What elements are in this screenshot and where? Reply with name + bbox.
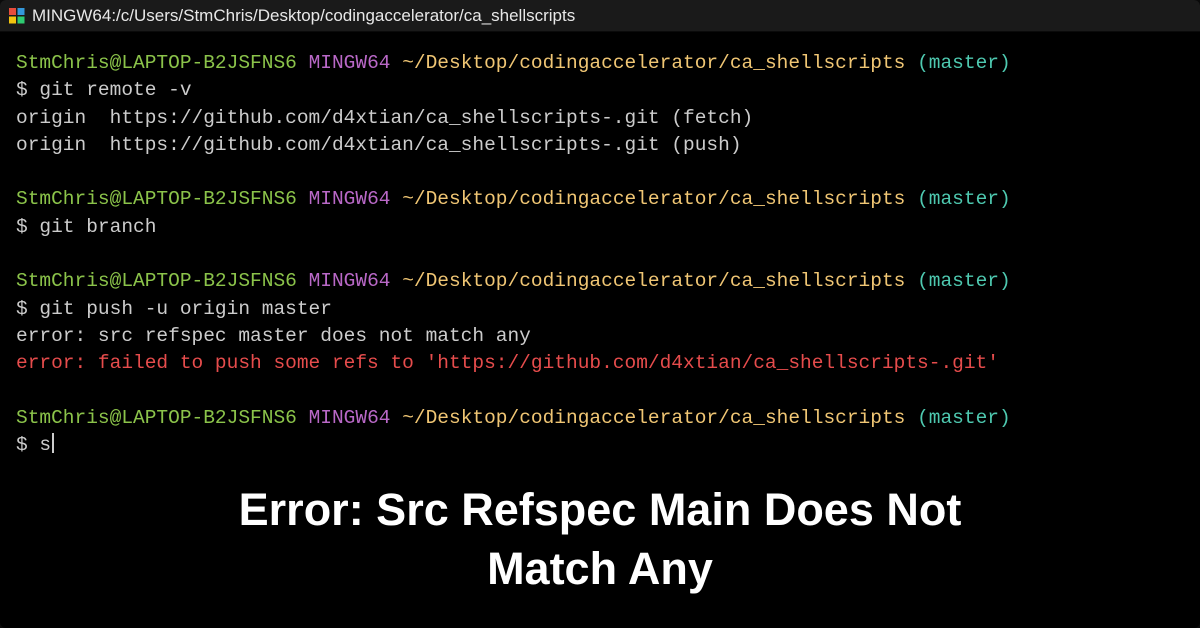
prompt-line: StmChris@LAPTOP-B2JSFNS6 MINGW64 ~/Deskt… [16,268,1184,295]
terminal-body[interactable]: StmChris@LAPTOP-B2JSFNS6 MINGW64 ~/Deskt… [0,32,1200,467]
cwd-path: ~/Desktop/codingaccelerator/ca_shellscri… [402,52,905,74]
titlebar: MINGW64:/c/Users/StmChris/Desktop/coding… [0,0,1200,32]
user-host: StmChris@LAPTOP-B2JSFNS6 [16,407,297,429]
cwd-path: ~/Desktop/codingaccelerator/ca_shellscri… [402,407,905,429]
typed-input[interactable]: s [39,434,51,456]
user-host: StmChris@LAPTOP-B2JSFNS6 [16,188,297,210]
user-host: StmChris@LAPTOP-B2JSFNS6 [16,270,297,292]
branch-label: (master) [917,407,1011,429]
prompt-line: StmChris@LAPTOP-B2JSFNS6 MINGW64 ~/Deskt… [16,186,1184,213]
app-icon [8,7,26,25]
branch-label: (master) [917,270,1011,292]
cursor-icon [52,433,54,453]
caption-overlay: Error: Src Refspec Main Does Not Match A… [0,481,1200,598]
prompt-dollar: $ [16,216,28,238]
env-label: MINGW64 [309,52,391,74]
env-label: MINGW64 [309,407,391,429]
prompt-dollar: $ [16,79,28,101]
env-label: MINGW64 [309,270,391,292]
command-line: $ git remote -v [16,77,1184,104]
window-title: MINGW64:/c/Users/StmChris/Desktop/coding… [32,6,575,26]
caption-line: Error: Src Refspec Main Does Not [40,481,1160,540]
command-text: git remote -v [39,79,191,101]
command-line: $ git push -u origin master [16,296,1184,323]
branch-label: (master) [917,188,1011,210]
env-label: MINGW64 [309,188,391,210]
prompt-line: StmChris@LAPTOP-B2JSFNS6 MINGW64 ~/Deskt… [16,50,1184,77]
blank-line [16,241,1184,268]
command-text: git branch [39,216,156,238]
blank-line [16,159,1184,186]
error-line: error: failed to push some refs to 'http… [16,350,1184,377]
user-host: StmChris@LAPTOP-B2JSFNS6 [16,52,297,74]
prompt-line: StmChris@LAPTOP-B2JSFNS6 MINGW64 ~/Deskt… [16,405,1184,432]
command-line[interactable]: $ s [16,432,1184,459]
prompt-dollar: $ [16,298,28,320]
branch-label: (master) [917,52,1011,74]
cwd-path: ~/Desktop/codingaccelerator/ca_shellscri… [402,270,905,292]
prompt-dollar: $ [16,434,28,456]
caption-line: Match Any [40,540,1160,599]
command-text: git push -u origin master [39,298,332,320]
output-line: origin https://github.com/d4xtian/ca_she… [16,105,1184,132]
blank-line [16,378,1184,405]
output-line: error: src refspec master does not match… [16,323,1184,350]
command-line: $ git branch [16,214,1184,241]
output-line: origin https://github.com/d4xtian/ca_she… [16,132,1184,159]
cwd-path: ~/Desktop/codingaccelerator/ca_shellscri… [402,188,905,210]
